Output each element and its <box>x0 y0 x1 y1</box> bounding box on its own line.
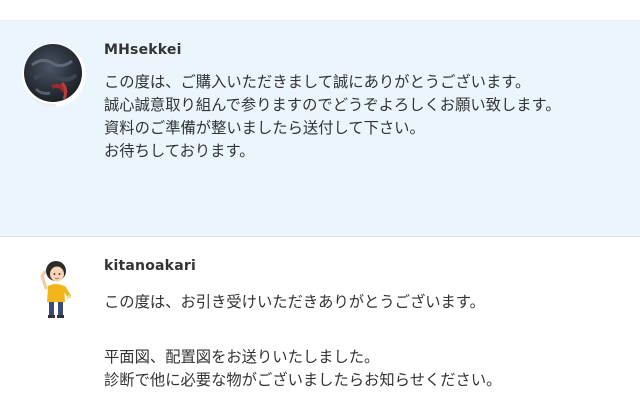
avatar[interactable] <box>36 258 76 320</box>
avatar-image <box>22 43 86 107</box>
message-line: この度は、お引き受けいただきありがとうございます。 <box>104 293 485 311</box>
message-line: 資料のご準備が整いましたら送付して下さい。 <box>104 119 425 137</box>
message-line: 平面図、配置図をお送りいたしました。 <box>104 348 380 366</box>
username[interactable]: kitanoakari <box>104 258 196 274</box>
message-body: この度は、お引き受けいただきありがとうございます。 平面図、配置図をお送りいたし… <box>104 291 634 392</box>
message-line: お待ちしております。 <box>104 142 255 160</box>
message-line <box>104 314 634 346</box>
message-thread: MHsekkei この度は、ご購入いただきまして誠にありがとうございます。 誠心… <box>0 0 640 412</box>
username[interactable]: MHsekkei <box>104 42 182 58</box>
message-line: 誠心誠意取り組んで参りますのでどうぞよろしくお願い致します。 <box>104 96 561 114</box>
message-line: 診断で他に必要な物がございましたらお知らせください。 <box>104 371 502 389</box>
message-line: この度は、ご購入いただきまして誠にありがとうございます。 <box>104 73 531 91</box>
message-item: kitanoakari この度は、お引き受けいただきありがとうございます。 平面… <box>0 238 640 412</box>
message-item: MHsekkei この度は、ご購入いただきまして誠にありがとうございます。 誠心… <box>0 21 640 237</box>
previous-message-edge <box>0 0 640 21</box>
avatar-image <box>40 261 71 318</box>
message-body: この度は、ご購入いただきまして誠にありがとうございます。 誠心誠意取り組んで参り… <box>104 71 634 163</box>
avatar[interactable] <box>22 43 86 107</box>
